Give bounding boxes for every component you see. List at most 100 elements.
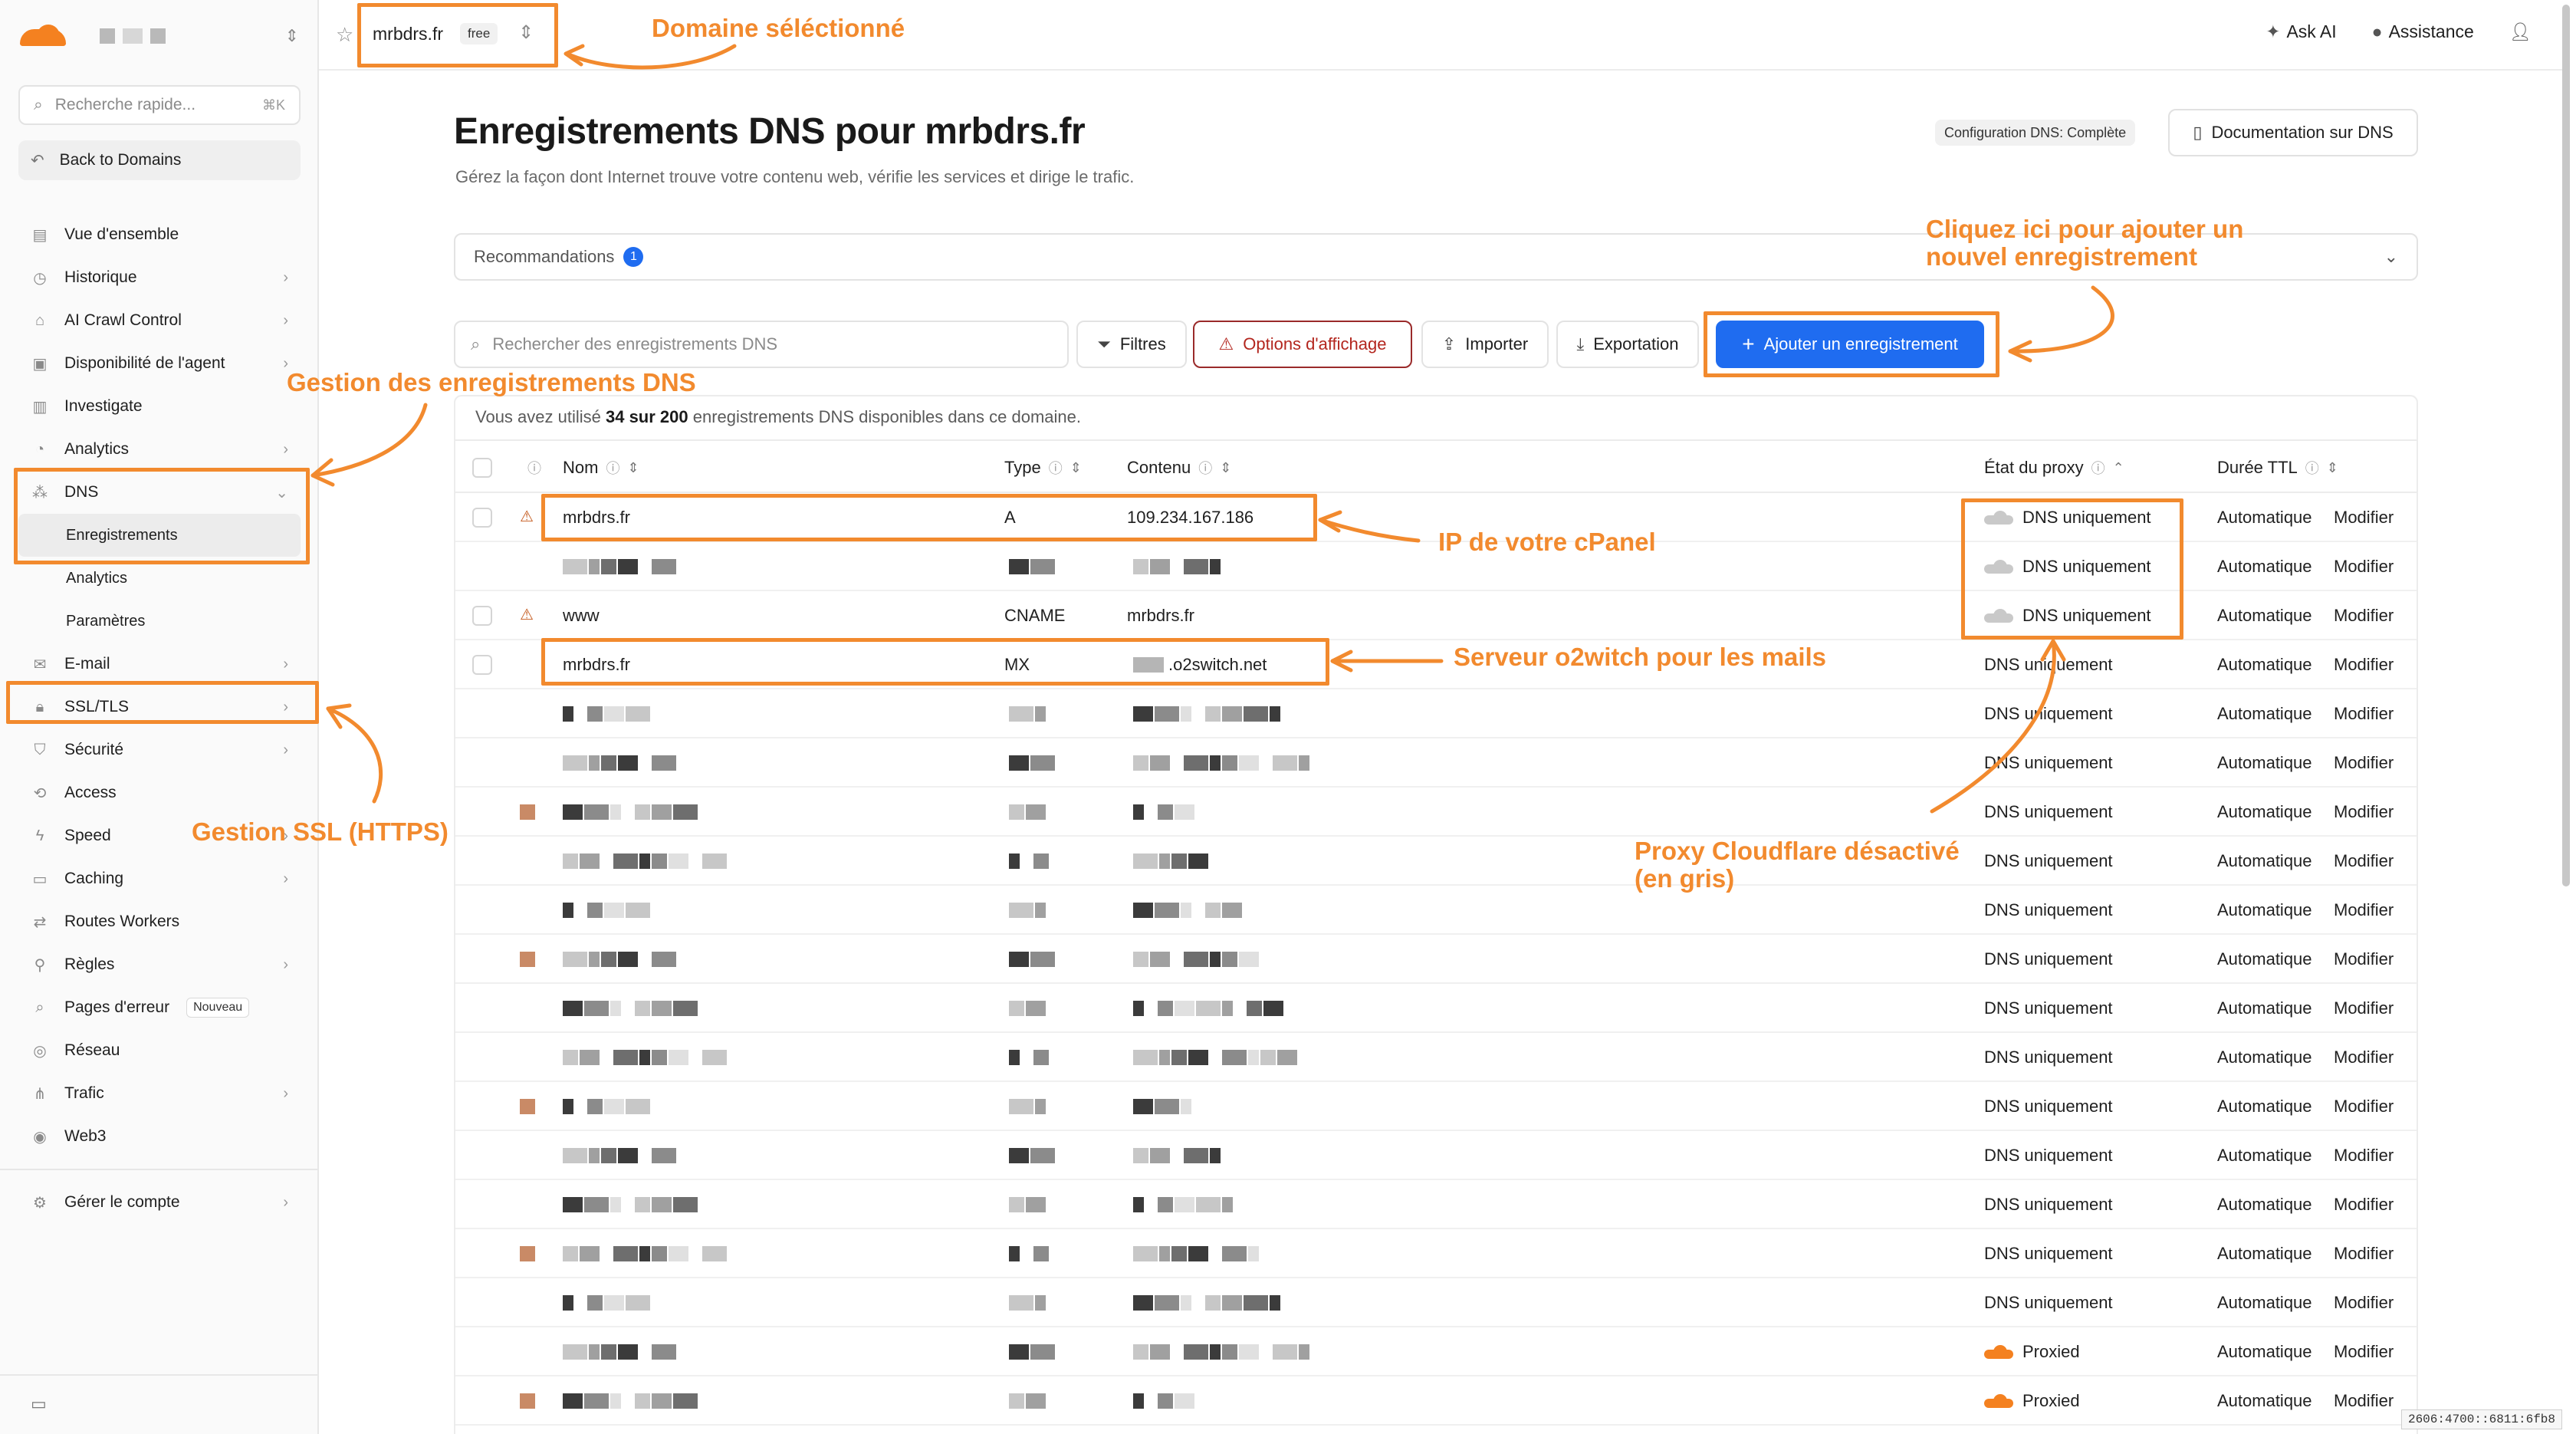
table-row[interactable]: DNS uniquement Automatique Modifier: [455, 738, 2417, 788]
proxy-status[interactable]: DNS uniquement: [1984, 900, 2113, 920]
edit-record-link[interactable]: Modifier: [2334, 704, 2394, 724]
edit-record-link[interactable]: Modifier: [2334, 1293, 2394, 1313]
account-switcher[interactable]: ⇕: [20, 20, 299, 52]
sidebar-item-speed[interactable]: ϟ Speed ›: [18, 814, 301, 857]
table-row[interactable]: Proxied Automatique Modifier: [455, 1327, 2417, 1376]
sidebar-item-workers-routes[interactable]: ⇄ Routes Workers: [18, 900, 301, 943]
sidebar-subitem-dns-analytics[interactable]: Analytics: [18, 557, 301, 600]
row-checkbox[interactable]: [472, 508, 492, 528]
column-ttl[interactable]: Durée TTL ⓘ ⇕: [2217, 458, 2338, 478]
column-content[interactable]: Contenu ⓘ ⇕: [1127, 458, 1231, 478]
table-row[interactable]: DNS uniquement Automatique Modifier: [455, 1082, 2417, 1131]
proxy-status[interactable]: DNS uniquement: [1984, 851, 2113, 871]
sidebar-item-overview[interactable]: ▤ Vue d'ensemble: [18, 213, 301, 256]
sidebar-item-caching[interactable]: ▭ Caching ›: [18, 857, 301, 900]
scrollbar-thumb[interactable]: [2562, 5, 2570, 886]
sidebar-item-manage-account[interactable]: ⚙ Gérer le compte ›: [18, 1181, 301, 1224]
table-row[interactable]: ⚠ mrbdrs.fr A 109.234.167.186 DNS uniquement…: [455, 493, 2417, 542]
row-checkbox[interactable]: [472, 655, 492, 675]
proxy-status[interactable]: DNS uniquement: [1984, 1244, 2113, 1264]
edit-record-link[interactable]: Modifier: [2334, 1048, 2394, 1067]
edit-record-link[interactable]: Modifier: [2334, 1342, 2394, 1362]
edit-record-link[interactable]: Modifier: [2334, 1097, 2394, 1117]
proxy-status[interactable]: DNS uniquement: [1984, 753, 2113, 773]
column-name[interactable]: Nom ⓘ ⇕: [563, 458, 639, 478]
proxy-status[interactable]: DNS uniquement: [1984, 949, 2113, 969]
table-row[interactable]: Proxied Automatique Modifier: [455, 1376, 2417, 1426]
sidebar-item-error-pages[interactable]: ⌕ Pages d'erreur Nouveau: [18, 986, 301, 1029]
proxy-status[interactable]: DNS uniquement: [1984, 557, 2151, 577]
table-row[interactable]: DNS uniquement Automatique Modifier: [455, 1180, 2417, 1229]
sidebar-item-agent[interactable]: ▣ Disponibilité de l'agent ›: [18, 342, 301, 385]
display-options-button[interactable]: ⚠ Options d'affichage: [1193, 321, 1412, 368]
filters-button[interactable]: ⏷ Filtres: [1076, 321, 1187, 368]
edit-record-link[interactable]: Modifier: [2334, 802, 2394, 822]
sidebar-item-network[interactable]: ◎ Réseau: [18, 1029, 301, 1072]
dns-search-input[interactable]: ⌕ Rechercher des enregistrements DNS: [454, 321, 1069, 368]
sidebar-item-rules[interactable]: ⚲ Règles ›: [18, 943, 301, 986]
edit-record-link[interactable]: Modifier: [2334, 1146, 2394, 1166]
edit-record-link[interactable]: Modifier: [2334, 753, 2394, 773]
table-row[interactable]: DNS uniquement Automatique Modifier: [455, 788, 2417, 837]
table-row[interactable]: DNS uniquement Automatique Modifier: [455, 984, 2417, 1033]
proxy-status[interactable]: DNS uniquement: [1984, 1097, 2113, 1117]
column-proxy-status[interactable]: État du proxy ⓘ ⌃: [1984, 458, 2124, 478]
proxy-status[interactable]: DNS uniquement: [1984, 606, 2151, 626]
sidebar-item-ai-crawl[interactable]: ⌂ AI Crawl Control ›: [18, 299, 301, 342]
sidebar-subitem-dns-settings[interactable]: Paramètres: [18, 600, 301, 643]
column-type[interactable]: Type ⓘ ⇕: [1004, 458, 1082, 478]
table-row[interactable]: ⚠ www CNAME mrbdrs.fr DNS uniquement Automati…: [455, 591, 2417, 640]
sidebar-item-access[interactable]: ⟲ Access: [18, 771, 301, 814]
sidebar-item-dns[interactable]: ⁂ DNS ⌄: [18, 471, 301, 514]
select-all-checkbox[interactable]: [472, 458, 492, 478]
proxy-status[interactable]: DNS uniquement: [1984, 802, 2113, 822]
table-row[interactable]: DNS uniquement Automatique Modifier: [455, 1033, 2417, 1082]
edit-record-link[interactable]: Modifier: [2334, 508, 2394, 528]
sidebar-item-analytics[interactable]: ◔ Analytics ›: [18, 428, 301, 471]
table-row[interactable]: DNS uniquement Automatique Modifier: [455, 837, 2417, 886]
table-row[interactable]: DNS uniquement Automatique Modifier: [455, 886, 2417, 935]
page-scrollbar[interactable]: [2559, 0, 2573, 1434]
proxy-status[interactable]: DNS uniquement: [1984, 1048, 2113, 1067]
proxy-status[interactable]: Proxied: [1984, 1342, 2080, 1362]
table-row[interactable]: mrbdrs.fr MX .o2switch.net DNS uniquement Au…: [455, 640, 2417, 689]
edit-record-link[interactable]: Modifier: [2334, 557, 2394, 577]
collapse-sidebar-icon[interactable]: ▭: [31, 1394, 47, 1414]
edit-record-link[interactable]: Modifier: [2334, 998, 2394, 1018]
proxy-status[interactable]: DNS uniquement: [1984, 1195, 2113, 1215]
proxy-status[interactable]: DNS uniquement: [1984, 704, 2113, 724]
ask-ai-button[interactable]: ✦ Ask AI: [2266, 21, 2336, 42]
edit-record-link[interactable]: Modifier: [2334, 949, 2394, 969]
row-checkbox[interactable]: [472, 606, 492, 626]
table-row[interactable]: DNS uniquement Automatique Modifier: [455, 542, 2417, 591]
proxy-status[interactable]: DNS uniquement: [1984, 508, 2151, 528]
add-record-button[interactable]: + Ajouter un enregistrement: [1716, 321, 1984, 368]
recommendations-panel[interactable]: Recommandations 1 ⌄: [454, 233, 2418, 281]
table-row[interactable]: DNS uniquement Automatique Modifier: [455, 1229, 2417, 1278]
proxy-status[interactable]: Proxied: [1984, 1391, 2080, 1411]
proxy-status[interactable]: DNS uniquement: [1984, 1293, 2113, 1313]
sidebar-item-traffic[interactable]: ⋔ Trafic ›: [18, 1072, 301, 1115]
proxy-status[interactable]: DNS uniquement: [1984, 1146, 2113, 1166]
sidebar-item-investigate[interactable]: ▥ Investigate: [18, 385, 301, 428]
back-to-domains-button[interactable]: ↶ Back to Domains: [18, 140, 301, 180]
table-row[interactable]: DNS uniquement Automatique Modifier: [455, 1278, 2417, 1327]
chevron-up-down-icon[interactable]: ⇕: [285, 26, 299, 46]
export-button[interactable]: ⤓ Exportation: [1556, 321, 1699, 368]
chevron-up-down-icon[interactable]: ⇕: [518, 21, 534, 44]
edit-record-link[interactable]: Modifier: [2334, 606, 2394, 626]
sidebar-item-history[interactable]: ◷ Historique ›: [18, 256, 301, 299]
import-button[interactable]: ⇪ Importer: [1421, 321, 1549, 368]
proxy-status[interactable]: DNS uniquement: [1984, 655, 2113, 675]
edit-record-link[interactable]: Modifier: [2334, 1391, 2394, 1411]
edit-record-link[interactable]: Modifier: [2334, 851, 2394, 871]
edit-record-link[interactable]: Modifier: [2334, 1244, 2394, 1264]
dns-documentation-button[interactable]: ▯ Documentation sur DNS: [2168, 109, 2418, 156]
user-icon[interactable]: 👤︎: [2509, 21, 2532, 42]
edit-record-link[interactable]: Modifier: [2334, 900, 2394, 920]
assistance-button[interactable]: ● Assistance: [2372, 21, 2474, 42]
table-row[interactable]: DNS uniquement Automatique Modifier: [455, 689, 2417, 738]
edit-record-link[interactable]: Modifier: [2334, 655, 2394, 675]
sidebar-item-web3[interactable]: ◉ Web3: [18, 1115, 301, 1158]
sidebar-item-security[interactable]: ⛉ Sécurité ›: [18, 729, 301, 771]
